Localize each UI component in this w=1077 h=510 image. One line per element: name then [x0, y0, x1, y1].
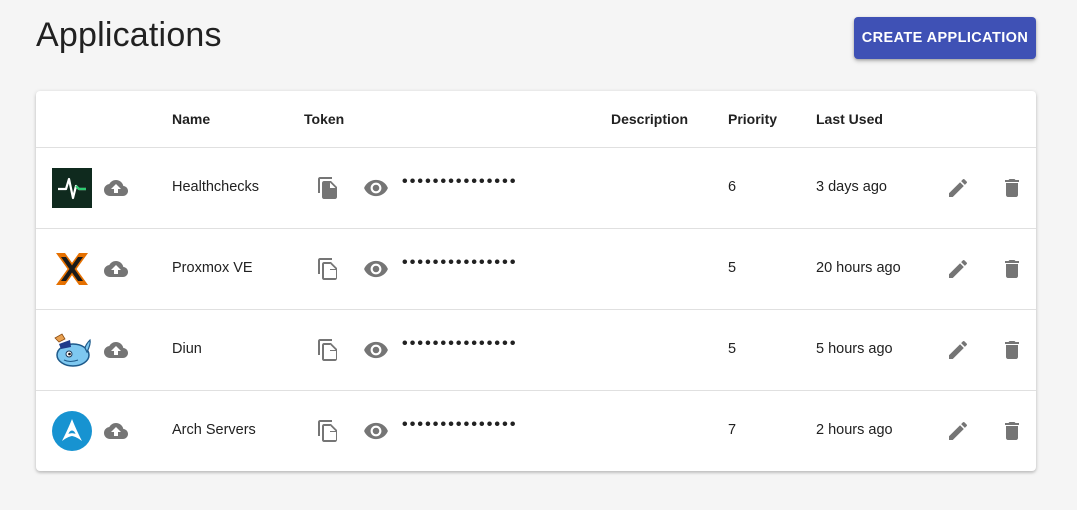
app-last-used: 2 hours ago	[816, 422, 893, 438]
token-value: •••••••••••••••	[402, 416, 518, 433]
app-name: Healthchecks	[172, 179, 260, 195]
upload-image-icon[interactable]	[103, 257, 129, 281]
copy-icon[interactable]	[316, 419, 340, 443]
delete-trash-icon[interactable]	[1000, 176, 1024, 200]
table-row: Healthchecks ••••••••••••••• 6 3 days ag…	[36, 148, 1036, 229]
app-priority: 6	[728, 179, 737, 195]
app-last-used: 3 days ago	[816, 179, 887, 195]
app-priority: 5	[728, 260, 737, 276]
app-priority: 5	[728, 341, 737, 357]
table-row: Arch Servers ••••••••••••••• 7 2 hours a…	[36, 391, 1036, 471]
diun-logo-icon	[52, 330, 92, 370]
copy-icon[interactable]	[316, 176, 340, 200]
app-name: Proxmox VE	[172, 260, 253, 276]
column-header-token[interactable]: Token	[304, 111, 344, 127]
app-name: Diun	[172, 341, 202, 357]
column-header-description[interactable]: Description	[611, 111, 688, 127]
edit-pencil-icon[interactable]	[946, 338, 970, 362]
app-last-used: 5 hours ago	[816, 341, 893, 357]
delete-trash-icon[interactable]	[1000, 257, 1024, 281]
show-token-eye-icon[interactable]	[363, 418, 389, 444]
edit-pencil-icon[interactable]	[946, 176, 970, 200]
table-row: Proxmox VE ••••••••••••••• 5 20 hours ag…	[36, 229, 1036, 310]
show-token-eye-icon[interactable]	[363, 175, 389, 201]
column-header-last-used[interactable]: Last Used	[816, 111, 883, 127]
column-header-name[interactable]: Name	[172, 111, 210, 127]
delete-trash-icon[interactable]	[1000, 338, 1024, 362]
app-priority: 7	[728, 422, 737, 438]
show-token-eye-icon[interactable]	[363, 337, 389, 363]
edit-pencil-icon[interactable]	[946, 257, 970, 281]
create-application-button[interactable]: CREATE APPLICATION	[854, 17, 1036, 59]
proxmox-logo-icon	[52, 249, 92, 289]
applications-table: Name Token Description Priority Last Use…	[36, 91, 1036, 471]
arch-linux-logo-icon	[52, 411, 92, 451]
token-value: •••••••••••••••	[402, 254, 518, 271]
token-value: •••••••••••••••	[402, 335, 518, 352]
app-name: Arch Servers	[172, 422, 256, 438]
table-header: Name Token Description Priority Last Use…	[36, 91, 1036, 148]
copy-icon[interactable]	[316, 338, 340, 362]
upload-image-icon[interactable]	[103, 176, 129, 200]
delete-trash-icon[interactable]	[1000, 419, 1024, 443]
token-value: •••••••••••••••	[402, 173, 518, 190]
edit-pencil-icon[interactable]	[946, 419, 970, 443]
copy-icon[interactable]	[316, 257, 340, 281]
upload-image-icon[interactable]	[103, 338, 129, 362]
upload-image-icon[interactable]	[103, 419, 129, 443]
healthchecks-logo-icon	[52, 168, 92, 208]
show-token-eye-icon[interactable]	[363, 256, 389, 282]
page-title: Applications	[36, 16, 222, 54]
app-last-used: 20 hours ago	[816, 260, 901, 276]
column-header-priority[interactable]: Priority	[728, 111, 777, 127]
table-row: Diun ••••••••••••••• 5 5 hours ago	[36, 310, 1036, 391]
